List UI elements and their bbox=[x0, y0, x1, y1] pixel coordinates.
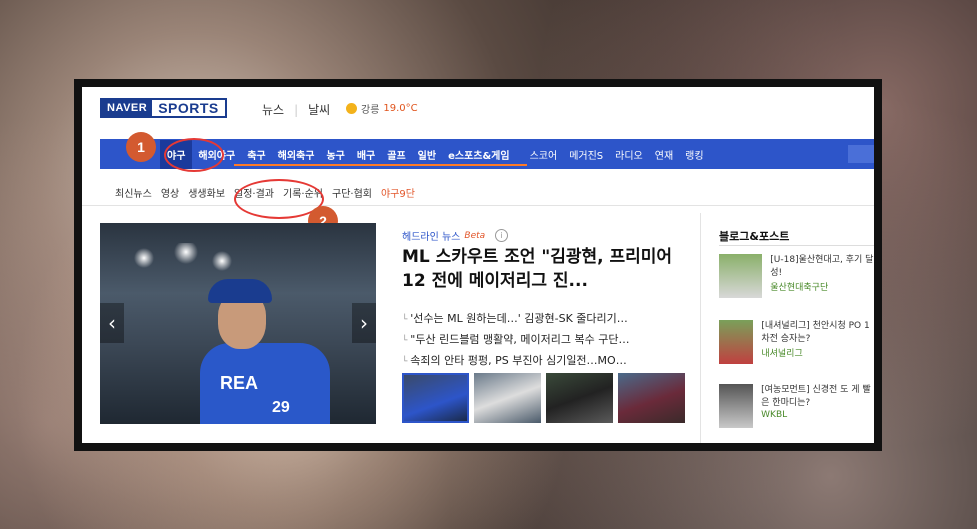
nav-item-series[interactable]: 연재 bbox=[649, 147, 679, 162]
headline-label-text: 헤드라인 뉴스 bbox=[402, 232, 461, 243]
annotation-ring-1 bbox=[164, 138, 224, 172]
column-divider bbox=[700, 213, 701, 443]
headline-news-list: '선수는 ML 원하는데…' 김광현-SK 줄다리기… "두산 린드블럼 맹활약… bbox=[402, 308, 682, 371]
nav-item-general[interactable]: 일반 bbox=[412, 147, 442, 162]
weather-temp: 19.0°C bbox=[383, 103, 418, 114]
jersey-text: REA bbox=[220, 373, 259, 393]
thumbnail[interactable] bbox=[474, 373, 541, 423]
thumbnail[interactable] bbox=[402, 373, 469, 423]
blog-post-title: [내셔널리그] 천안시청 PO 1차전 승자는? bbox=[761, 321, 870, 344]
nav-item-golf[interactable]: 골프 bbox=[381, 147, 411, 162]
headline-section-label: 헤드라인 뉴스 Beta i bbox=[402, 228, 509, 243]
beta-tag: Beta bbox=[464, 230, 486, 241]
stadium-lights bbox=[120, 243, 240, 273]
subnav-video[interactable]: 영상 bbox=[161, 185, 179, 200]
blog-post-title: [여농모먼트] 신경전 도 게 빨은 한마디는? bbox=[761, 385, 871, 408]
headline-photo[interactable]: REA 29 ‹ › bbox=[100, 223, 376, 424]
news-item[interactable]: 속죄의 안타 펑펑, PS 부진아 심기일전…MO… bbox=[402, 350, 682, 371]
logo-naver: NAVER bbox=[102, 100, 153, 116]
nav-item-volleyball[interactable]: 배구 bbox=[351, 147, 381, 162]
nav-highlight-underline bbox=[234, 164, 527, 166]
blog-post-source: WKBL bbox=[761, 410, 788, 420]
prev-arrow-icon[interactable]: ‹ bbox=[100, 303, 124, 343]
blog-thumbnail bbox=[719, 320, 754, 364]
news-link[interactable]: 뉴스 bbox=[262, 101, 284, 118]
naver-sports-page: NAVER SPORTS 뉴스 | 날씨 강릉 19.0°C 야구 해외야구 축… bbox=[82, 87, 874, 443]
nav-search-button[interactable] bbox=[848, 145, 874, 163]
nav-item-esports[interactable]: e스포츠&게임 bbox=[442, 147, 516, 162]
sun-icon bbox=[346, 103, 357, 114]
nav-item-magazine[interactable]: 메거진S bbox=[563, 147, 609, 162]
news-item[interactable]: '선수는 ML 원하는데…' 김광현-SK 줄다리기… bbox=[402, 308, 682, 329]
logo-sports: SPORTS bbox=[158, 100, 219, 116]
jersey-number: 29 bbox=[272, 399, 290, 416]
player-cap bbox=[208, 279, 272, 303]
player-figure: REA 29 bbox=[200, 273, 330, 424]
blog-post[interactable]: [내셔널리그] 천안시청 PO 1차전 승자는? 내셔널리그 bbox=[719, 320, 874, 364]
nav-item-basketball[interactable]: 농구 bbox=[320, 147, 350, 162]
blog-section-title: 블로그&포스트 bbox=[719, 230, 790, 243]
weather-city: 강릉 bbox=[361, 105, 380, 116]
blog-thumbnail bbox=[719, 254, 763, 298]
nav-item-radio[interactable]: 라디오 bbox=[609, 147, 649, 162]
weather-link[interactable]: 날씨 bbox=[308, 101, 330, 118]
subnav-teams[interactable]: 구단·협회 bbox=[332, 185, 372, 200]
info-icon[interactable]: i bbox=[495, 229, 509, 242]
nav-item-world-soccer[interactable]: 해외축구 bbox=[272, 147, 321, 162]
nav-item-ranking[interactable]: 랭킹 bbox=[679, 147, 709, 162]
weather-widget[interactable]: 강릉 19.0°C bbox=[346, 101, 418, 116]
blog-post[interactable]: [U-18]울산현대고, 후기 달성! 울산현대축구단 bbox=[719, 254, 874, 298]
blog-post-title: [U-18]울산현대고, 후기 달성! bbox=[770, 255, 874, 278]
thumbnail[interactable] bbox=[546, 373, 613, 423]
divider bbox=[82, 205, 874, 206]
subnav-baseball9[interactable]: 야구9단 bbox=[381, 185, 415, 200]
browser-window: NAVER SPORTS 뉴스 | 날씨 강릉 19.0°C 야구 해외야구 축… bbox=[74, 79, 882, 451]
headline-thumbnails bbox=[402, 373, 685, 423]
blog-thumbnail bbox=[719, 384, 754, 428]
top-links: 뉴스 | 날씨 bbox=[262, 101, 330, 118]
subnav-photos[interactable]: 생생화보 bbox=[188, 185, 225, 200]
nav-item-soccer[interactable]: 축구 bbox=[241, 147, 271, 162]
headline-title[interactable]: ML 스카우트 조언 "김광현, 프리미어 12 전에 메이저리그 진... bbox=[402, 245, 682, 293]
divider bbox=[719, 245, 874, 246]
subnav-latest[interactable]: 최신뉴스 bbox=[115, 185, 152, 200]
blog-post-source: 울산현대축구단 bbox=[770, 283, 829, 293]
news-item[interactable]: "두산 린드블럼 맹활약, 메이저리그 복수 구단… bbox=[402, 329, 682, 350]
separator: | bbox=[294, 102, 299, 117]
thumbnail[interactable] bbox=[618, 373, 685, 423]
blog-post[interactable]: [여농모먼트] 신경전 도 게 빨은 한마디는? WKBL bbox=[719, 384, 874, 428]
nav-item-score[interactable]: 스코어 bbox=[524, 147, 564, 162]
naver-sports-logo[interactable]: NAVER SPORTS bbox=[100, 98, 227, 118]
annotation-badge-1: 1 bbox=[126, 132, 156, 162]
next-arrow-icon[interactable]: › bbox=[352, 303, 376, 343]
blog-post-source: 내셔널리그 bbox=[761, 349, 803, 359]
